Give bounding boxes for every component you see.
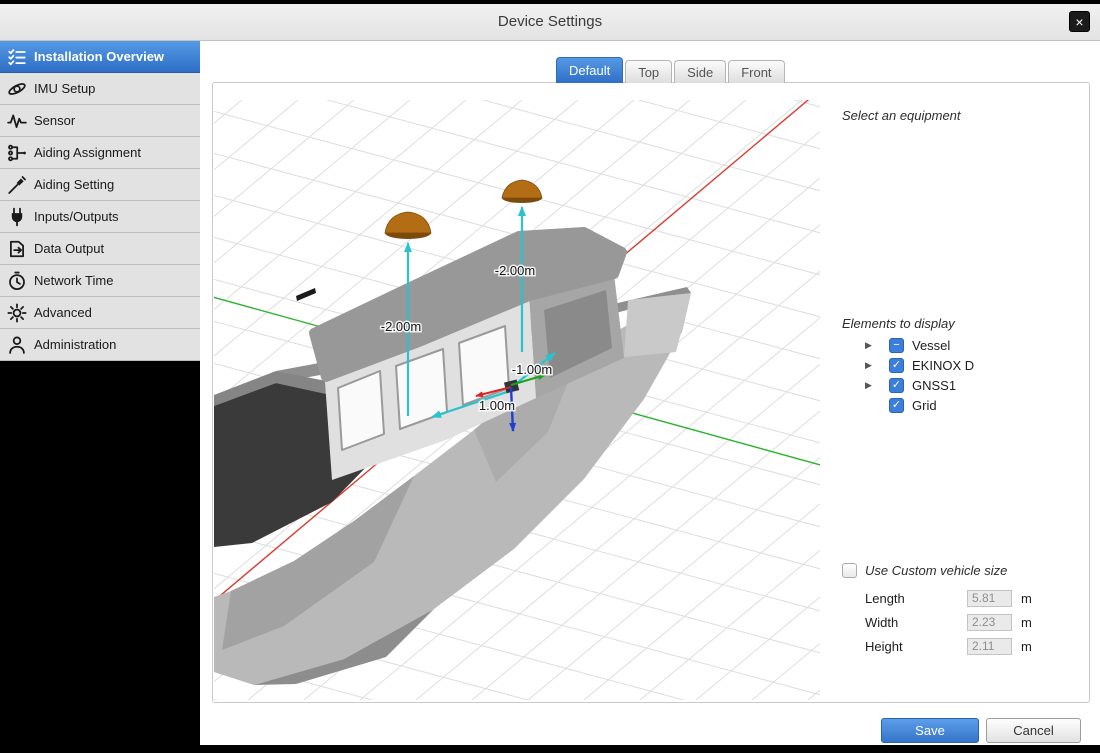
measurement-label: 1.00m (479, 398, 515, 413)
length-input[interactable] (967, 590, 1012, 607)
plug-icon (7, 207, 29, 227)
screwdriver-icon (7, 175, 29, 195)
custom-size-label: Use Custom vehicle size (865, 563, 1007, 578)
sidebar-item-label: Network Time (34, 273, 113, 288)
grid-checkbox[interactable]: ✓ (889, 398, 904, 413)
tree-item-grid: ✓ Grid (865, 395, 974, 415)
elements-tree: ▶ − Vessel ▶ ✓ EKINOX D ▶ ✓ GNSS1 ✓ (865, 335, 974, 415)
sidebar-item-label: IMU Setup (34, 81, 95, 96)
custom-size-checkbox[interactable] (842, 563, 857, 578)
measurement-label: -2.00m (381, 319, 421, 334)
sidebar-item-imu-setup[interactable]: IMU Setup (0, 73, 200, 105)
length-field-row: Length m (865, 586, 1032, 610)
width-unit: m (1021, 615, 1032, 630)
vessel-3d-view[interactable]: -2.00m -2.00m -1.00m 1.00m (214, 100, 820, 700)
sidebar-item-label: Administration (34, 337, 116, 352)
width-field-row: Width m (865, 610, 1032, 634)
sidebar: Installation Overview IMU Setup Sensor A… (0, 41, 200, 753)
tab-front[interactable]: Front (728, 60, 784, 83)
sidebar-item-label: Installation Overview (34, 49, 164, 64)
custom-vehicle-size-row: Use Custom vehicle size (842, 563, 1007, 578)
checklist-icon (7, 47, 29, 67)
ekinox-d-checkbox[interactable]: ✓ (889, 358, 904, 373)
sidebar-item-aiding-assignment[interactable]: Aiding Assignment (0, 137, 200, 169)
gnss-antenna-2[interactable] (502, 180, 542, 203)
elements-to-display-title: Elements to display (842, 316, 955, 331)
installation-panel: -2.00m -2.00m -1.00m 1.00m Select an equ… (212, 82, 1090, 703)
sidebar-item-network-time[interactable]: Network Time (0, 265, 200, 297)
gear-icon (7, 303, 29, 323)
sidebar-item-label: Aiding Assignment (34, 145, 141, 160)
titlebar: Device Settings × (0, 4, 1100, 41)
measurement-label: -2.00m (495, 263, 535, 278)
tab-default[interactable]: Default (556, 57, 623, 83)
sidebar-item-sensor[interactable]: Sensor (0, 105, 200, 137)
vehicle-size-fields: Length m Width m Height m (865, 586, 1032, 658)
window-title: Device Settings (0, 13, 1100, 30)
width-input[interactable] (967, 614, 1012, 631)
height-input[interactable] (967, 638, 1012, 655)
tree-item-label: Vessel (912, 338, 950, 353)
sidebar-item-advanced[interactable]: Advanced (0, 297, 200, 329)
sidebar-item-label: Sensor (34, 113, 75, 128)
sidebar-item-label: Data Output (34, 241, 104, 256)
tree-item-gnss1: ▶ ✓ GNSS1 (865, 375, 974, 395)
gnss1-checkbox[interactable]: ✓ (889, 378, 904, 393)
expand-arrow-icon[interactable]: ▶ (865, 380, 879, 391)
export-document-icon (7, 239, 29, 259)
close-button[interactable]: × (1069, 11, 1090, 32)
height-unit: m (1021, 639, 1032, 654)
connector-pins-icon (7, 143, 29, 163)
sidebar-item-installation-overview[interactable]: Installation Overview (0, 41, 200, 73)
tree-item-vessel: ▶ − Vessel (865, 335, 974, 355)
sidebar-item-label: Inputs/Outputs (34, 209, 119, 224)
equipment-hint: Select an equipment (842, 108, 961, 123)
gyroscope-icon (7, 79, 29, 99)
length-unit: m (1021, 591, 1032, 606)
user-icon (7, 335, 29, 355)
expand-arrow-icon[interactable]: ▶ (865, 360, 879, 371)
tab-top[interactable]: Top (625, 60, 672, 83)
tree-item-ekinox-d: ▶ ✓ EKINOX D (865, 355, 974, 375)
expand-arrow-icon[interactable]: ▶ (865, 340, 879, 351)
main-content: Default Top Side Front (200, 41, 1100, 745)
vessel-checkbox[interactable]: − (889, 338, 904, 353)
sidebar-item-data-output[interactable]: Data Output (0, 233, 200, 265)
save-button[interactable]: Save (881, 718, 979, 743)
tree-item-label: GNSS1 (912, 378, 956, 393)
stopwatch-icon (7, 271, 29, 291)
sidebar-item-administration[interactable]: Administration (0, 329, 200, 361)
height-field-row: Height m (865, 634, 1032, 658)
width-label: Width (865, 615, 967, 630)
vessel-model[interactable] (214, 232, 691, 685)
tree-item-label: EKINOX D (912, 358, 974, 373)
view-tabs: Default Top Side Front (556, 57, 787, 83)
cancel-button[interactable]: Cancel (986, 718, 1081, 743)
tree-item-label: Grid (912, 398, 937, 413)
footer: Save Cancel (200, 718, 1100, 743)
device-settings-window: Device Settings × Installation Overview … (0, 0, 1100, 753)
sidebar-item-label: Aiding Setting (34, 177, 114, 192)
sidebar-item-aiding-setting[interactable]: Aiding Setting (0, 169, 200, 201)
tab-side[interactable]: Side (674, 60, 726, 83)
length-label: Length (865, 591, 967, 606)
sidebar-item-inputs-outputs[interactable]: Inputs/Outputs (0, 201, 200, 233)
measurement-label: -1.00m (512, 362, 552, 377)
height-label: Height (865, 639, 967, 654)
gnss-antenna-1[interactable] (385, 212, 431, 239)
sidebar-item-label: Advanced (34, 305, 92, 320)
waveform-icon (7, 111, 29, 131)
